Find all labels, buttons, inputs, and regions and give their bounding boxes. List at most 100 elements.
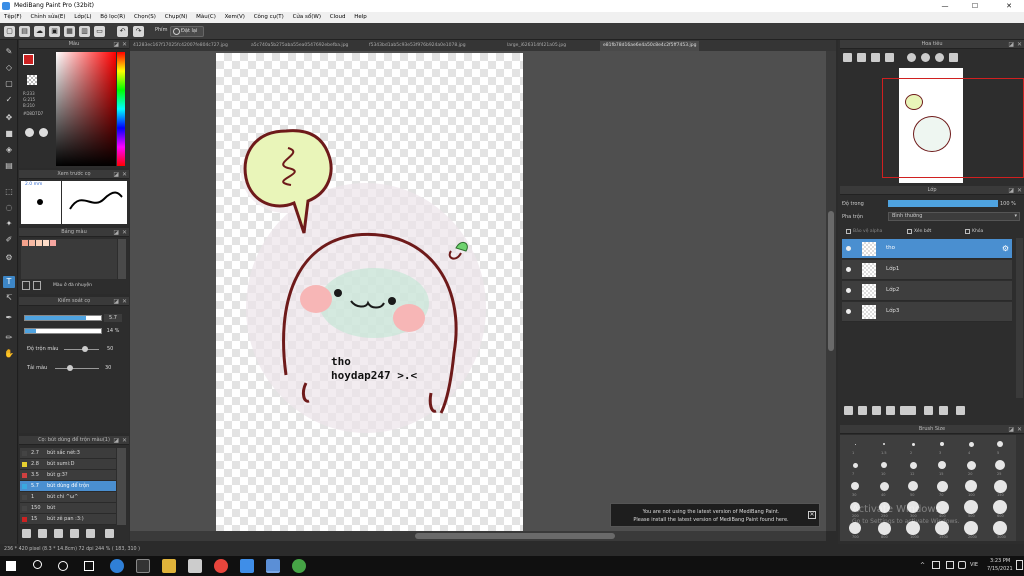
zoom-out-icon[interactable] [857,53,866,62]
brush-size-cell[interactable]: 100 [958,479,985,498]
layer-opacity-slider[interactable] [888,200,998,207]
menu-edit[interactable]: Chỉnh sửa(E) [30,12,65,23]
brush-size-cell[interactable]: 3000 [987,521,1014,540]
select-pen-icon[interactable]: ✐ [3,234,15,246]
menu-snap[interactable]: Chụp(N) [165,12,188,23]
menu-layer[interactable]: Lớp(L) [74,12,91,23]
canvas-paper[interactable]: tho hoydap247 >.< [216,53,523,533]
app-icon-green[interactable] [292,559,306,573]
visibility-eye-icon[interactable] [846,246,851,251]
menu-view[interactable]: Xem(V) [225,12,245,23]
edge-icon[interactable] [110,559,124,573]
update-notice[interactable]: You are not using the latest version of … [610,503,820,527]
brush-size-cell[interactable]: 70 [929,479,956,498]
new-1bit-layer-icon[interactable] [886,406,895,415]
brush-size-cell[interactable]: 5 [987,437,1014,456]
check-tool-icon[interactable]: ✓ [3,94,15,106]
grid-icon[interactable]: ▥ [79,26,90,37]
brush-size-cell[interactable]: 12 [900,458,927,477]
clock-date[interactable]: 7/15/2021 [987,566,1013,572]
brush-size-cell[interactable]: 20 [958,458,985,477]
brush-item[interactable]: 15 bút zê pan :3:) [20,514,116,525]
cloud-icon[interactable]: ☁ [34,26,45,37]
medibang-icon[interactable] [266,559,280,573]
search-icon[interactable] [33,560,42,569]
brush-opacity-slider[interactable] [24,328,102,334]
layer-folder-icon[interactable] [907,406,916,415]
saturation-value-picker[interactable] [56,52,116,166]
color-settings-icon[interactable] [39,128,48,137]
new-halftone-layer-icon[interactable] [858,406,867,415]
reset-rotation-icon[interactable] [935,53,944,62]
menu-color[interactable]: Màu(C) [196,12,216,23]
layers-scrollbar[interactable] [1016,238,1023,398]
document-tab[interactable]: 41283ec167f17025fc42007fe804c727.jpg [130,41,231,51]
brush-item[interactable]: 150 bút [20,503,116,514]
notification-icon[interactable] [1016,560,1023,570]
clipping-checkbox[interactable] [907,229,912,234]
cortana-icon[interactable] [58,561,68,571]
gear-icon[interactable]: ⚙ [1002,244,1009,253]
magic-wand-icon[interactable]: ✦ [3,218,15,230]
brush-size-cell[interactable]: 7 [842,458,869,477]
palette-swatch[interactable] [29,240,35,246]
tray-chevron-icon[interactable]: ^ [920,562,925,569]
layer-row[interactable]: Lớp3 [842,302,1012,322]
palette-icon[interactable] [25,128,34,137]
brush-size-cell[interactable]: 30 [842,479,869,498]
brush-size-slider[interactable] [24,315,102,321]
undo-icon[interactable]: ↶ [117,26,128,37]
brush-size-cell[interactable]: 600 [987,500,1014,519]
pen-tool-icon[interactable]: ✏ [3,332,15,344]
merge-layer-icon[interactable] [939,406,948,415]
layer-row[interactable]: Lớp1 [842,260,1012,280]
layer-row[interactable]: Lớp2 [842,281,1012,301]
divide-tool-icon[interactable]: ⚙ [3,252,15,264]
document-tab-active[interactable]: e81fb78d16ae6e4a50c8e4c2f5ff7453.jpg [600,41,700,51]
fit-icon[interactable] [871,53,880,62]
open-icon[interactable]: ▤ [19,26,30,37]
brush-size-cell[interactable]: 2000 [958,521,985,540]
clock-time[interactable]: 3:23 PM [990,558,1010,564]
palette-swatch[interactable] [43,240,49,246]
new-8bit-layer-icon[interactable] [872,406,881,415]
brush-size-cell[interactable]: 150 [987,479,1014,498]
refill-track[interactable] [55,368,99,369]
file-explorer-icon[interactable] [162,559,176,573]
maximize-button[interactable]: ☐ [960,0,990,12]
document-tab[interactable]: a5c740a5b275aba55ea0547692ebefba.jpg [248,41,351,51]
chrome-icon[interactable] [214,559,228,573]
network-icon[interactable] [932,561,940,569]
new-layer-icon[interactable] [844,406,853,415]
blend-mode-select[interactable]: Bình thường ▾ [888,212,1020,221]
shape-tool-icon[interactable]: ■ [3,128,15,140]
menu-file[interactable]: Tệp(F) [4,12,22,23]
horizontal-scrollbar[interactable] [130,531,826,541]
close-button[interactable]: ✕ [994,0,1024,12]
eraser-tool-icon[interactable]: ◇ [3,62,15,74]
minimize-button[interactable]: — [930,0,960,12]
lasso-tool-icon[interactable]: ◌ [3,202,15,214]
visibility-eye-icon[interactable] [846,288,851,293]
document-tab[interactable]: f5343bd1ab5c93e53f976b924a0e1078.jpg [366,41,469,51]
redo-icon[interactable]: ↷ [133,26,144,37]
palette-scrollbar[interactable] [118,239,126,279]
transparent-swatch[interactable] [27,75,37,85]
brush-size-cell[interactable]: 50 [900,479,927,498]
palette-swatch[interactable] [36,240,42,246]
vertical-scroll-thumb[interactable] [828,211,834,351]
brush-tool-icon[interactable]: ✎ [3,46,15,58]
windows-start-icon[interactable] [6,561,16,571]
duplicate-layer-icon[interactable] [924,406,933,415]
screen-icon[interactable]: ▭ [94,26,105,37]
zalo-icon[interactable] [240,559,254,573]
palette-folder-icon[interactable] [33,281,41,290]
brush-delete-icon[interactable] [105,529,114,538]
vertical-scrollbar[interactable] [826,51,836,531]
task-view-icon[interactable] [84,561,94,571]
hue-slider[interactable] [117,52,125,166]
rotate-right-icon[interactable] [921,53,930,62]
fill-tool-icon[interactable]: ◈ [3,144,15,156]
mix-knob[interactable] [82,346,88,352]
hand-tool-icon[interactable]: ✋ [3,348,15,360]
